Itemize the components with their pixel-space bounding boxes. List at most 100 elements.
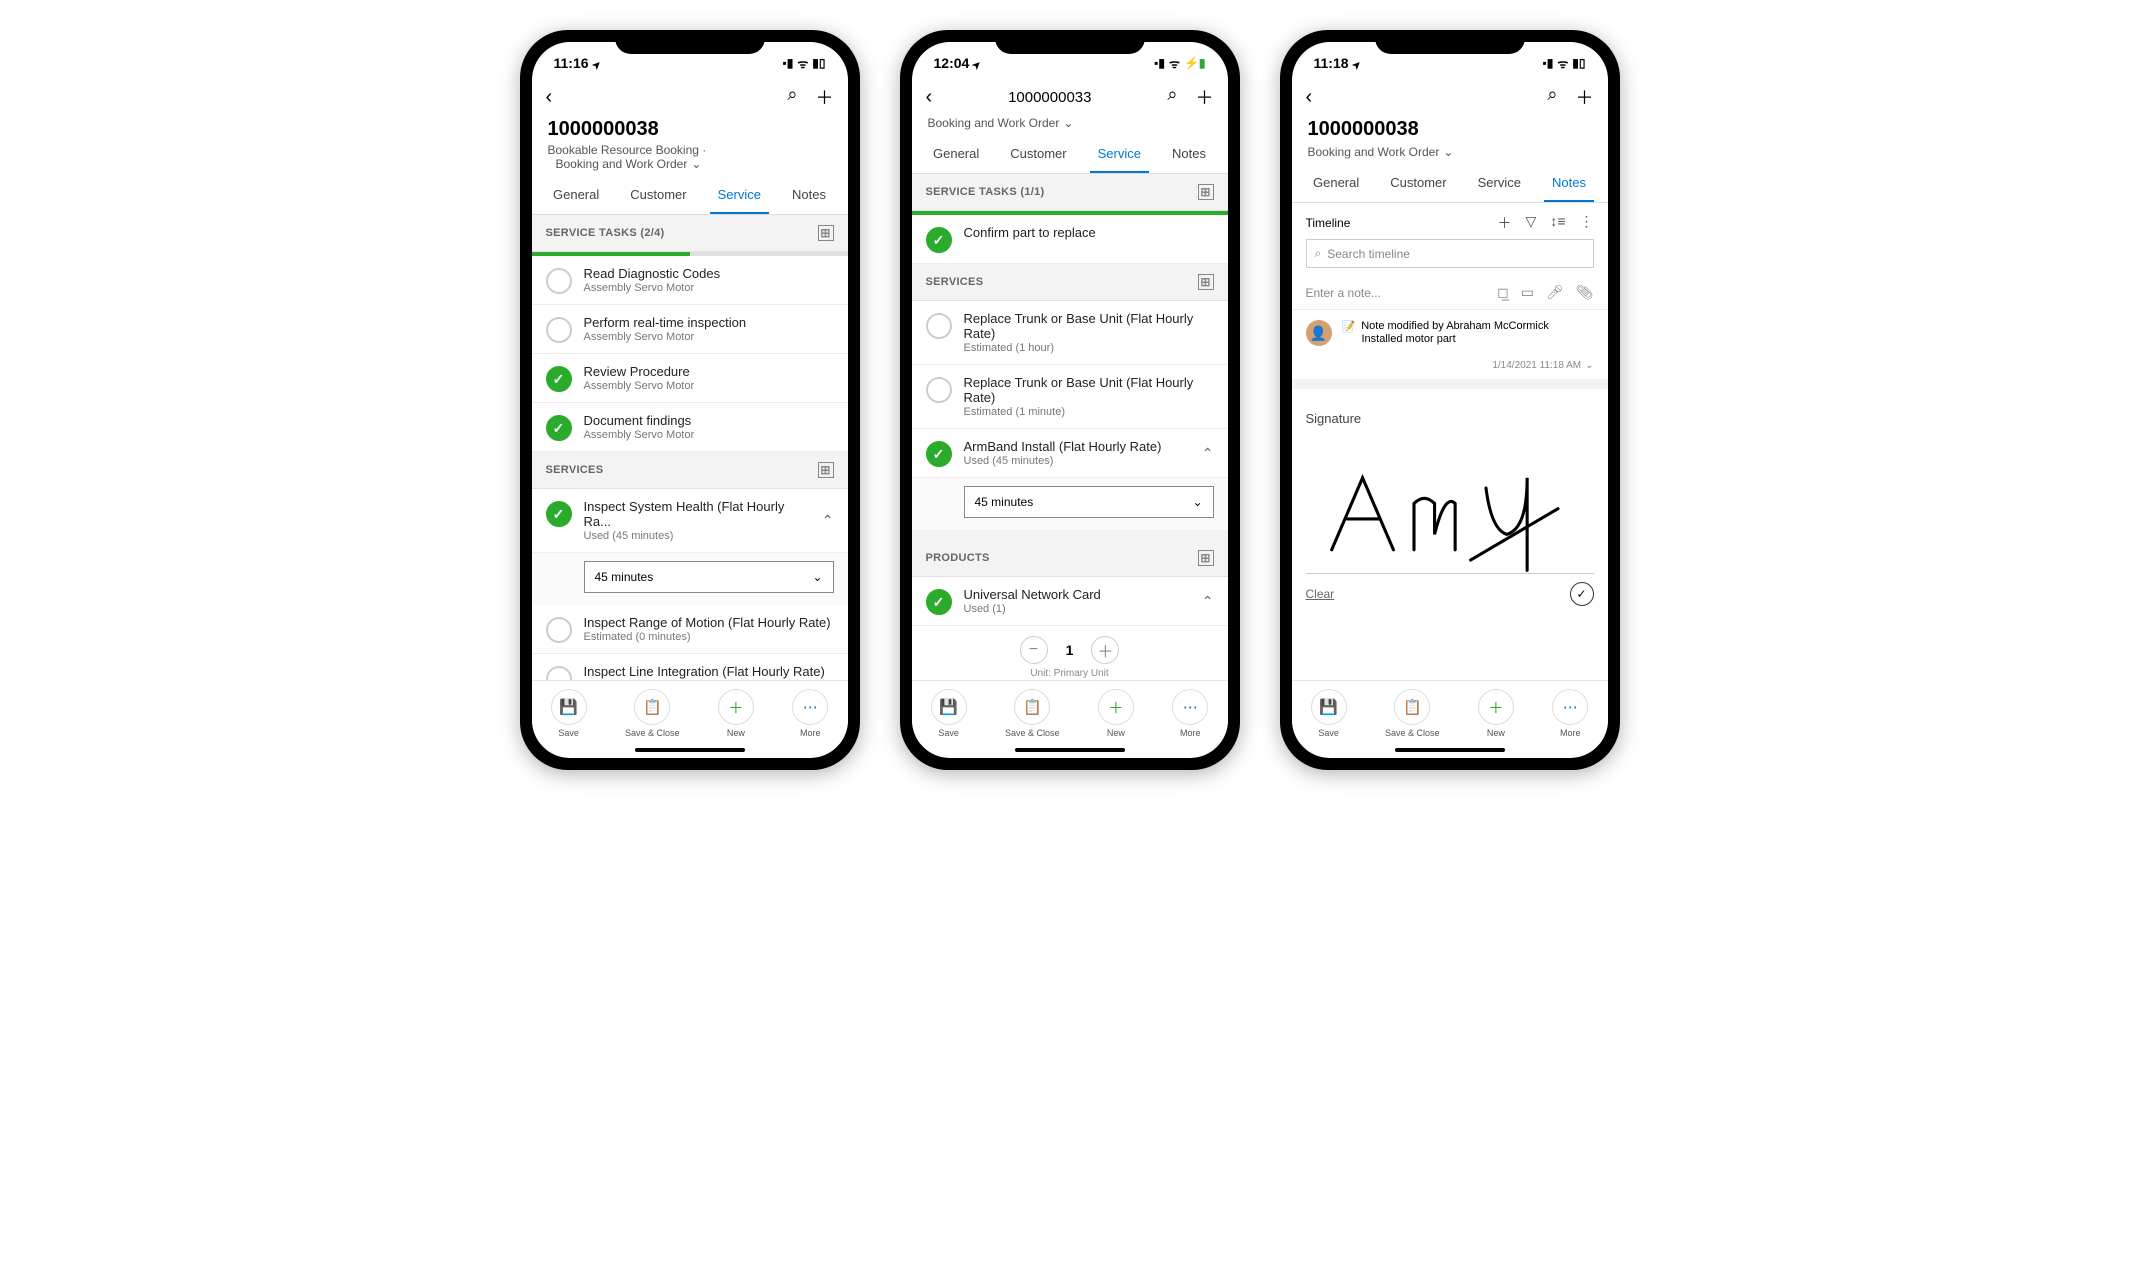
check-circle-checked[interactable] [926, 227, 952, 253]
signature-confirm-button[interactable]: ✓ [1570, 582, 1594, 606]
home-indicator[interactable] [1015, 748, 1125, 752]
add-icon[interactable]: ＋ [1196, 84, 1214, 110]
new-button[interactable]: ＋New [1098, 689, 1134, 738]
note-input[interactable]: Enter a note... ◻̲ ▭ 🎤︎ 📎︎ [1292, 276, 1608, 310]
chevron-down-icon[interactable]: ⌄ [1585, 360, 1593, 371]
add-task-icon[interactable]: ⊞ [818, 225, 834, 241]
add-icon[interactable]: ＋ [1576, 84, 1594, 110]
check-circle-checked[interactable] [546, 415, 572, 441]
add-service-icon[interactable]: ⊞ [818, 462, 834, 478]
timeline-filter-icon[interactable]: ▽ [1526, 213, 1537, 233]
phone-2: 12:04 ▪▮ ᯤ ⚡▮ ‹ 1000000033 ⌕ ＋ Booking a… [900, 30, 1240, 770]
check-circle-checked[interactable] [546, 501, 572, 527]
mic-icon[interactable]: 🎤︎ [1546, 284, 1564, 301]
check-circle[interactable] [546, 268, 572, 294]
check-circle[interactable] [926, 377, 952, 403]
timeline-search-input[interactable]: ⌕ Search timeline [1306, 239, 1594, 268]
more-icon: ⋯ [1552, 689, 1588, 725]
tab-service[interactable]: Service [710, 177, 769, 214]
video-icon[interactable]: ▭ [1521, 284, 1534, 301]
check-circle[interactable] [546, 666, 572, 680]
service-item[interactable]: Replace Trunk or Base Unit (Flat Hourly … [912, 301, 1228, 365]
tabs: General Customer Service Notes [532, 177, 848, 215]
view-dropdown[interactable]: Booking and Work Order ⌄ [548, 157, 832, 171]
service-item[interactable]: Inspect System Health (Flat Hourly Ra...… [532, 489, 848, 553]
tab-customer[interactable]: Customer [1382, 165, 1454, 202]
timeline-add-icon[interactable]: ＋ [1498, 213, 1512, 233]
duration-dropdown[interactable]: 45 minutes ⌄ [584, 561, 834, 593]
save-button[interactable]: 💾Save [931, 689, 967, 738]
search-icon[interactable]: ⌕ [787, 84, 797, 110]
view-dropdown[interactable]: Booking and Work Order ⌄ [1308, 145, 1592, 159]
add-icon[interactable]: ＋ [816, 84, 834, 110]
search-icon[interactable]: ⌕ [1167, 84, 1177, 110]
tab-service[interactable]: Service [1090, 136, 1149, 173]
collapse-icon[interactable]: ⌃ [822, 512, 834, 529]
home-indicator[interactable] [1395, 748, 1505, 752]
more-button[interactable]: ⋯More [1172, 689, 1208, 738]
save-close-button[interactable]: 📋Save & Close [1385, 689, 1440, 738]
service-item[interactable]: Inspect Line Integration (Flat Hourly Ra… [532, 654, 848, 680]
note-item[interactable]: 👤 📝 Note modified by Abraham McCormick I… [1292, 310, 1608, 356]
back-button[interactable]: ‹ [926, 86, 933, 109]
task-item[interactable]: Perform real-time inspection Assembly Se… [532, 305, 848, 354]
more-button[interactable]: ⋯More [1552, 689, 1588, 738]
view-dropdown[interactable]: Booking and Work Order ⌄ [928, 116, 1212, 130]
check-circle-checked[interactable] [926, 441, 952, 467]
tab-general[interactable]: General [545, 177, 607, 214]
check-circle[interactable] [926, 313, 952, 339]
service-item[interactable]: ArmBand Install (Flat Hourly Rate) Used … [912, 429, 1228, 478]
task-item[interactable]: Review Procedure Assembly Servo Motor [532, 354, 848, 403]
tab-notes[interactable]: Notes [784, 177, 834, 214]
task-item[interactable]: Document findings Assembly Servo Motor [532, 403, 848, 452]
decrement-button[interactable]: − [1020, 636, 1048, 664]
page-title: 1000000038 [548, 118, 832, 141]
product-item[interactable]: Universal Network Card Used (1) ⌃ [912, 577, 1228, 626]
add-product-icon[interactable]: ⊞ [1198, 550, 1214, 566]
battery-charging-icon: ⚡▮ [1184, 56, 1206, 70]
tab-general[interactable]: General [1305, 165, 1367, 202]
new-button[interactable]: ＋New [718, 689, 754, 738]
save-button[interactable]: 💾Save [551, 689, 587, 738]
tab-service[interactable]: Service [1470, 165, 1529, 202]
task-item[interactable]: Confirm part to replace [912, 215, 1228, 264]
signature-clear-button[interactable]: Clear [1306, 587, 1335, 601]
check-circle[interactable] [546, 317, 572, 343]
duration-dropdown[interactable]: 45 minutes ⌄ [964, 486, 1214, 518]
collapse-icon[interactable]: ⌃ [1202, 593, 1214, 610]
tab-notes[interactable]: Notes [1544, 165, 1594, 202]
save-close-button[interactable]: 📋Save & Close [1005, 689, 1060, 738]
add-service-icon[interactable]: ⊞ [1198, 274, 1214, 290]
increment-button[interactable]: ＋ [1091, 636, 1119, 664]
back-button[interactable]: ‹ [1306, 86, 1313, 109]
signature-canvas[interactable] [1306, 434, 1594, 574]
tab-customer[interactable]: Customer [622, 177, 694, 214]
back-button[interactable]: ‹ [546, 86, 553, 109]
section-products: PRODUCTS ⊞ [912, 540, 1228, 577]
check-circle-checked[interactable] [546, 366, 572, 392]
progress-bar [532, 252, 848, 256]
save-close-button[interactable]: 📋Save & Close [625, 689, 680, 738]
camera-icon[interactable]: ◻̲ [1497, 284, 1509, 301]
more-button[interactable]: ⋯More [792, 689, 828, 738]
tab-notes[interactable]: Notes [1164, 136, 1214, 173]
add-task-icon[interactable]: ⊞ [1198, 184, 1214, 200]
service-item[interactable]: Inspect Range of Motion (Flat Hourly Rat… [532, 605, 848, 654]
location-icon [593, 55, 601, 71]
home-indicator[interactable] [635, 748, 745, 752]
check-circle-checked[interactable] [926, 589, 952, 615]
collapse-icon[interactable]: ⌃ [1202, 445, 1214, 462]
status-time: 12:04 [934, 55, 970, 71]
timeline-sort-icon[interactable]: ↕≡ [1550, 213, 1565, 233]
check-circle[interactable] [546, 617, 572, 643]
search-icon[interactable]: ⌕ [1547, 84, 1557, 110]
tab-customer[interactable]: Customer [1002, 136, 1074, 173]
save-button[interactable]: 💾Save [1311, 689, 1347, 738]
task-item[interactable]: Read Diagnostic Codes Assembly Servo Mot… [532, 256, 848, 305]
service-item[interactable]: Replace Trunk or Base Unit (Flat Hourly … [912, 365, 1228, 429]
attach-icon[interactable]: 📎︎ [1576, 284, 1594, 301]
battery-icon: ▮▯ [812, 56, 825, 70]
timeline-menu-icon[interactable]: ⋮ [1580, 213, 1594, 233]
new-button[interactable]: ＋New [1478, 689, 1514, 738]
tab-general[interactable]: General [925, 136, 987, 173]
